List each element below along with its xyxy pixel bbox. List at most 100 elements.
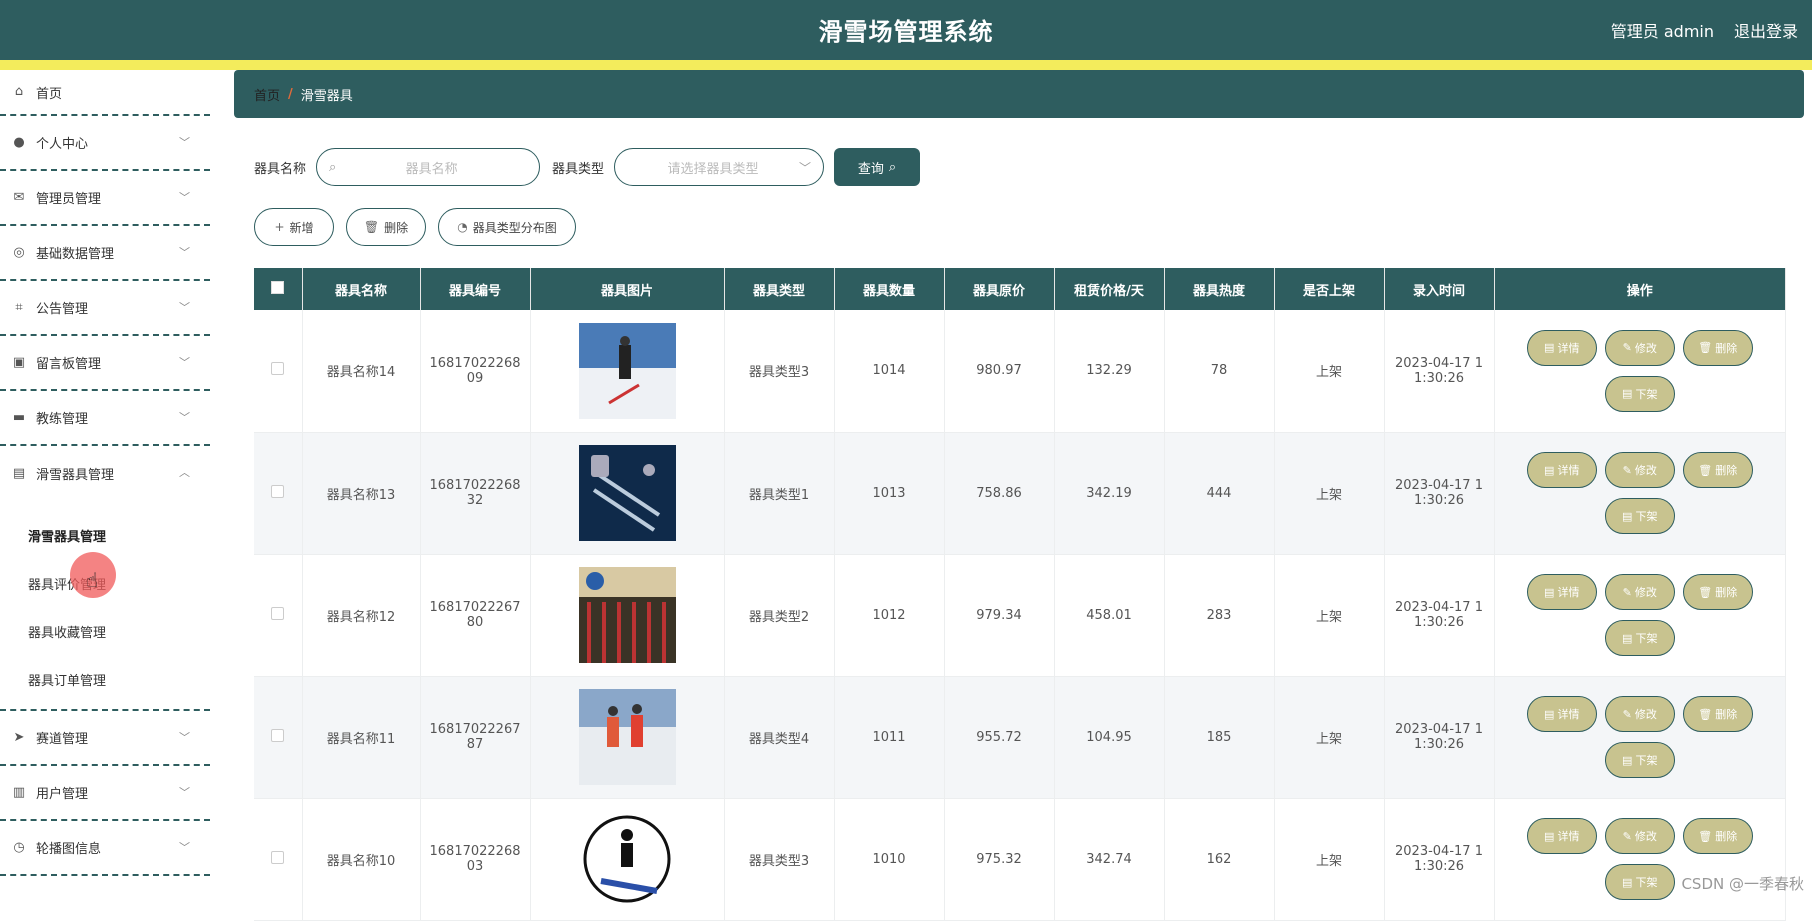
select-all-cell: [254, 268, 302, 310]
pie-chart-icon: ◔: [457, 220, 467, 234]
document-icon: ▤: [1622, 510, 1632, 523]
heat-cell: 444: [1164, 432, 1274, 554]
ops-cell: ▤详情 ✎修改 🗑删除 ▤下架: [1494, 310, 1786, 432]
detail-button[interactable]: ▤详情: [1527, 696, 1597, 732]
equipment-image: [579, 689, 676, 785]
trash-icon: 🗑: [1698, 708, 1712, 721]
chevron-down-icon: ﹀: [179, 839, 190, 855]
qty-cell: 1013: [834, 432, 944, 554]
delete-label: 删除: [1715, 828, 1737, 844]
detail-button[interactable]: ▤详情: [1527, 574, 1597, 610]
edit-button[interactable]: ✎修改: [1605, 818, 1675, 854]
sidebar-subitem-equipment[interactable]: 滑雪器具管理: [0, 511, 210, 559]
sidebar-item-messages[interactable]: ▣ 留言板管理 ﹀: [0, 336, 210, 391]
sidebar-item-tracks[interactable]: ➤ 赛道管理 ﹀: [0, 711, 210, 766]
col-header: 是否上架: [1274, 268, 1384, 310]
unshelf-button[interactable]: ▤下架: [1605, 864, 1675, 900]
delete-label: 删除: [1715, 706, 1737, 722]
sidebar-subitem-favorites[interactable]: 器具收藏管理: [0, 607, 210, 655]
sidebar-item-notices[interactable]: ⌗ 公告管理 ﹀: [0, 281, 210, 336]
pencil-icon: ✎: [1623, 464, 1632, 477]
breadcrumb-home[interactable]: 首页: [254, 85, 280, 104]
sidebar-item-carousel[interactable]: ◷ 轮播图信息 ﹀: [0, 821, 210, 876]
row-select-cell: [254, 554, 302, 676]
breadcrumb: 首页 / 滑雪器具: [234, 70, 1804, 118]
detail-label: 详情: [1557, 706, 1579, 722]
chevron-up-icon: ︿: [179, 464, 190, 480]
col-header: 录入时间: [1384, 268, 1494, 310]
add-label: 新增: [290, 219, 314, 236]
col-header: 租赁价格/天: [1054, 268, 1164, 310]
add-button[interactable]: + 新增: [254, 208, 334, 246]
unshelf-button[interactable]: ▤下架: [1605, 376, 1675, 412]
sidebar-item-equipment[interactable]: ▤ 滑雪器具管理 ︿: [0, 446, 210, 501]
document-icon: ▤: [1544, 586, 1554, 599]
sidebar-item-label: 基础数据管理: [36, 243, 114, 262]
row-checkbox[interactable]: [271, 485, 284, 498]
detail-button[interactable]: ▤详情: [1527, 330, 1597, 366]
code-cell: 16817022268 09: [420, 310, 530, 432]
pencil-icon: ✎: [1623, 708, 1632, 721]
code-cell: 16817022267 87: [420, 676, 530, 798]
delete-row-button[interactable]: 🗑删除: [1683, 330, 1753, 366]
heat-cell: 283: [1164, 554, 1274, 676]
sidebar-item-home[interactable]: ⌂ 首页: [0, 70, 210, 116]
delete-row-button[interactable]: 🗑删除: [1683, 452, 1753, 488]
compass-icon: ◎: [12, 246, 26, 260]
time-cell: 2023-04-17 1 1:30:26: [1384, 554, 1494, 676]
row-select-cell: [254, 432, 302, 554]
sidebar-item-admins[interactable]: ✉ 管理员管理 ﹀: [0, 171, 210, 226]
name-search-input[interactable]: ⌕ 器具名称: [316, 148, 540, 186]
table-header-row: 器具名称 器具编号 器具图片 器具类型 器具数量 器具原价 租赁价格/天 器具热…: [254, 268, 1786, 310]
sidebar-item-label: 首页: [36, 83, 62, 102]
type-distribution-button[interactable]: ◔ 器具类型分布图: [438, 208, 576, 246]
current-user: 管理员 admin: [1611, 18, 1714, 42]
watermark: CSDN @一季春秋: [1681, 873, 1804, 894]
equipment-image: [579, 445, 676, 541]
unshelf-button[interactable]: ▤下架: [1605, 620, 1675, 656]
detail-button[interactable]: ▤详情: [1527, 818, 1597, 854]
delete-row-button[interactable]: 🗑删除: [1683, 696, 1753, 732]
sidebar-item-profile[interactable]: ● 个人中心 ﹀: [0, 116, 210, 171]
equipment-table: 器具名称 器具编号 器具图片 器具类型 器具数量 器具原价 租赁价格/天 器具热…: [254, 268, 1786, 921]
type-select[interactable]: 请选择器具类型 ﹀: [614, 148, 824, 186]
sidebar-item-users[interactable]: ▥ 用户管理 ﹀: [0, 766, 210, 821]
rent-cell: 342.19: [1054, 432, 1164, 554]
edit-button[interactable]: ✎修改: [1605, 330, 1675, 366]
detail-button[interactable]: ▤详情: [1527, 452, 1597, 488]
unshelf-button[interactable]: ▤下架: [1605, 498, 1675, 534]
delete-button[interactable]: 🗑 删除: [346, 208, 426, 246]
sidebar-item-coaches[interactable]: ▬ 教练管理 ﹀: [0, 391, 210, 446]
query-label: 查询: [858, 158, 884, 177]
edit-button[interactable]: ✎修改: [1605, 452, 1675, 488]
table-row: 器具名称12 16817022267 80 器具类型2 1012 979.34 …: [254, 554, 1786, 676]
query-button[interactable]: 查询 ⌕: [834, 148, 920, 186]
trash-icon: 🗑: [1698, 341, 1712, 354]
delete-label: 删除: [1715, 340, 1737, 356]
equipment-image: [579, 811, 676, 907]
time-cell: 2023-04-17 1 1:30:26: [1384, 676, 1494, 798]
select-all-checkbox[interactable]: [271, 281, 284, 294]
delete-label: 删除: [1715, 584, 1737, 600]
price-cell: 980.97: [944, 310, 1054, 432]
delete-row-button[interactable]: 🗑删除: [1683, 574, 1753, 610]
row-checkbox[interactable]: [271, 729, 284, 742]
edit-button[interactable]: ✎修改: [1605, 696, 1675, 732]
edit-label: 修改: [1635, 340, 1657, 356]
breadcrumb-separator: /: [288, 87, 293, 102]
sidebar-item-base-data[interactable]: ◎ 基础数据管理 ﹀: [0, 226, 210, 281]
row-checkbox[interactable]: [271, 607, 284, 620]
shelf-cell: 上架: [1274, 554, 1384, 676]
unshelf-button[interactable]: ▤下架: [1605, 742, 1675, 778]
chevron-down-icon: ﹀: [799, 159, 811, 176]
row-checkbox[interactable]: [271, 851, 284, 864]
ops-cell: ▤详情 ✎修改 🗑删除 ▤下架: [1494, 554, 1786, 676]
detail-label: 详情: [1557, 340, 1579, 356]
delete-row-button[interactable]: 🗑删除: [1683, 818, 1753, 854]
qty-cell: 1012: [834, 554, 944, 676]
edit-button[interactable]: ✎修改: [1605, 574, 1675, 610]
row-checkbox[interactable]: [271, 362, 284, 375]
pencil-icon: ✎: [1623, 341, 1632, 354]
logout-link[interactable]: 退出登录: [1734, 18, 1798, 42]
sidebar-subitem-orders[interactable]: 器具订单管理: [0, 655, 210, 703]
